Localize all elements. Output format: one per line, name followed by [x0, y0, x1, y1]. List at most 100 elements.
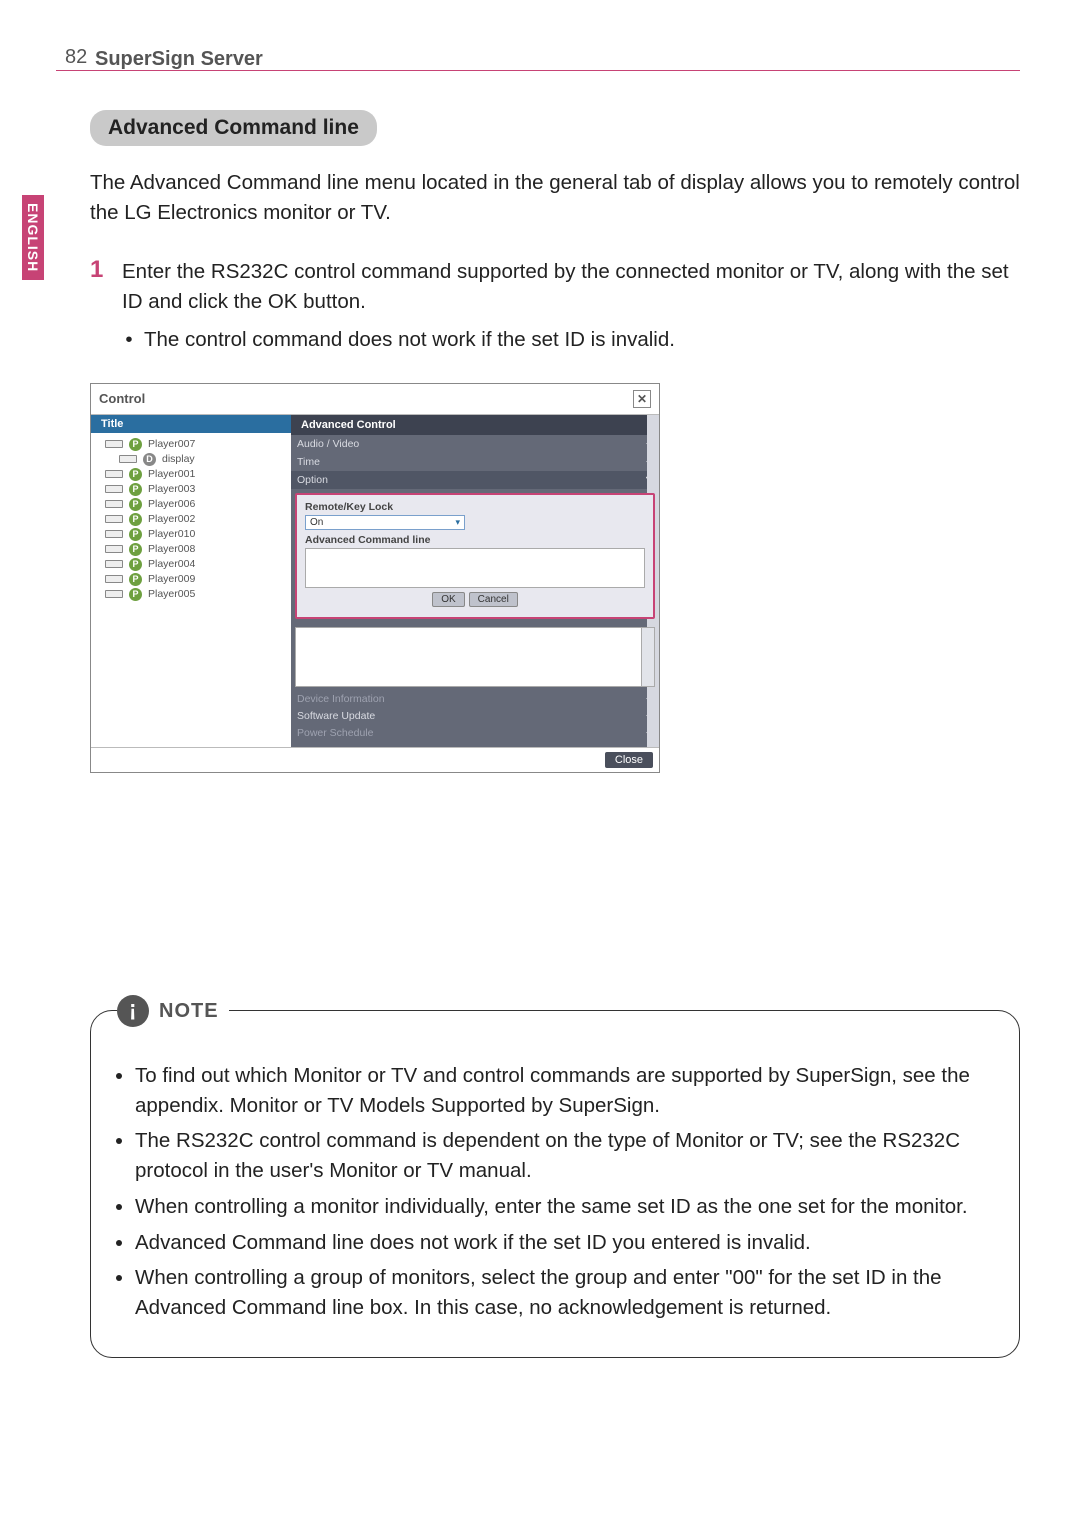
player-label: Player002	[148, 513, 195, 525]
page-number: 82	[65, 46, 87, 69]
list-item[interactable]: P Player009	[105, 572, 291, 587]
select-value: On	[310, 517, 323, 528]
status-badge: P	[129, 438, 142, 451]
content-area: Advanced Command line The Advanced Comma…	[90, 70, 1020, 773]
title-column: Title P Player007 Ddisplay P Player001 P Pl…	[91, 415, 291, 747]
note-box: NOTE To find out which Monitor or TV and…	[90, 1010, 1020, 1358]
subrow-software-update[interactable]: Software Update◀	[291, 707, 659, 725]
device-icon	[105, 590, 123, 598]
status-badge: P	[129, 588, 142, 601]
device-icon	[105, 440, 123, 448]
device-icon	[105, 500, 123, 508]
status-badge: P	[129, 543, 142, 556]
title-header: Title	[91, 415, 291, 433]
player-label: Player005	[148, 588, 195, 600]
status-badge: P	[129, 513, 142, 526]
player-list: P Player007 Ddisplay P Player001 P Player00…	[91, 433, 291, 602]
status-badge: P	[129, 468, 142, 481]
device-icon	[105, 515, 123, 523]
player-label: Player009	[148, 573, 195, 585]
list-item[interactable]: P Player007	[105, 437, 291, 452]
status-badge: D	[143, 453, 156, 466]
subrow-label: Time	[297, 456, 320, 468]
panel-header: Control ✕	[91, 384, 659, 415]
note-item: When controlling a group of monitors, se…	[135, 1263, 995, 1322]
note-item: To find out which Monitor or TV and cont…	[135, 1061, 995, 1120]
bullet-text: The control command does not work if the…	[144, 325, 675, 355]
list-item[interactable]: P Player005	[105, 587, 291, 602]
player-label: Player008	[148, 543, 195, 555]
note-item: The RS232C control command is dependent …	[135, 1126, 995, 1185]
header-title: SuperSign Server	[95, 48, 263, 71]
advanced-control-header: Advanced Control	[291, 415, 659, 435]
subrow-power-schedule[interactable]: Power Schedule◀	[291, 725, 659, 741]
list-item[interactable]: P Player008	[105, 542, 291, 557]
device-icon	[105, 575, 123, 583]
player-label: Player001	[148, 468, 195, 480]
player-label: Player010	[148, 528, 195, 540]
panel-footer: Close	[91, 747, 659, 772]
status-badge: P	[129, 483, 142, 496]
remote-key-lock-label: Remote/Key Lock	[305, 501, 645, 513]
list-item[interactable]: P Player004	[105, 557, 291, 572]
intro-paragraph: The Advanced Command line menu located i…	[90, 168, 1020, 227]
list-item[interactable]: Ddisplay	[105, 452, 291, 467]
note-tab: NOTE	[117, 995, 229, 1027]
step-sub-bullet: • The control command does not work if t…	[122, 325, 1020, 355]
list-item[interactable]: P Player006	[105, 497, 291, 512]
subrow-option[interactable]: Option▼	[291, 471, 659, 489]
note-label: NOTE	[159, 1000, 219, 1023]
list-item[interactable]: P Player002	[105, 512, 291, 527]
bullet-dot: •	[122, 325, 136, 355]
player-label: Player004	[148, 558, 195, 570]
player-label: display	[162, 453, 195, 465]
subrow-audio-video[interactable]: Audio / Video◀	[291, 435, 659, 453]
note-list: To find out which Monitor or TV and cont…	[115, 1061, 995, 1323]
language-tab: ENGLISH	[22, 195, 44, 280]
note-section: NOTE To find out which Monitor or TV and…	[90, 1010, 1020, 1358]
device-icon	[105, 485, 123, 493]
subrow-label: Device Information	[297, 693, 385, 705]
close-icon[interactable]: ✕	[633, 390, 651, 408]
subrow-time[interactable]: Time◀	[291, 453, 659, 471]
device-icon	[105, 560, 123, 568]
chevron-down-icon: ▾	[455, 517, 460, 528]
player-label: Player003	[148, 483, 195, 495]
output-area	[295, 627, 655, 687]
subrow-label: Software Update	[297, 710, 375, 722]
subrow-label: Option	[297, 474, 328, 486]
option-block-highlight: Remote/Key Lock On ▾ Advanced Command li…	[295, 493, 655, 619]
list-item[interactable]: P Player003	[105, 482, 291, 497]
ok-button[interactable]: OK	[432, 592, 464, 607]
panel-title: Control	[99, 391, 145, 406]
status-badge: P	[129, 573, 142, 586]
remote-key-lock-select[interactable]: On ▾	[305, 515, 465, 530]
advanced-command-line-label: Advanced Command line	[305, 534, 645, 546]
step-text: Enter the RS232C control command support…	[122, 260, 1009, 313]
status-badge: P	[129, 498, 142, 511]
device-icon	[105, 470, 123, 478]
list-item[interactable]: P Player010	[105, 527, 291, 542]
note-icon	[117, 995, 149, 1027]
status-badge: P	[129, 558, 142, 571]
subrow-label: Power Schedule	[297, 727, 373, 739]
device-icon	[119, 455, 137, 463]
list-item[interactable]: P Player001	[105, 467, 291, 482]
subrow-label: Audio / Video	[297, 438, 359, 450]
device-icon	[105, 530, 123, 538]
step-body: Enter the RS232C control command support…	[122, 257, 1020, 354]
control-panel-screenshot: Control ✕ Title P Player007 Ddisplay P Pla…	[90, 383, 660, 773]
cancel-button[interactable]: Cancel	[469, 592, 518, 607]
section-heading-pill: Advanced Command line	[90, 110, 377, 146]
device-icon	[105, 545, 123, 553]
player-label: Player007	[148, 438, 195, 450]
step-number: 1	[90, 257, 112, 354]
note-item: When controlling a monitor individually,…	[135, 1192, 995, 1222]
command-line-input[interactable]	[305, 548, 645, 588]
status-badge: P	[129, 528, 142, 541]
player-label: Player006	[148, 498, 195, 510]
right-column: Advanced Control Audio / Video◀ Time◀ Op…	[291, 415, 659, 747]
subrow-device-information[interactable]: Device Information◀	[291, 691, 659, 707]
step-1: 1 Enter the RS232C control command suppo…	[90, 257, 1020, 354]
close-button[interactable]: Close	[605, 752, 653, 768]
